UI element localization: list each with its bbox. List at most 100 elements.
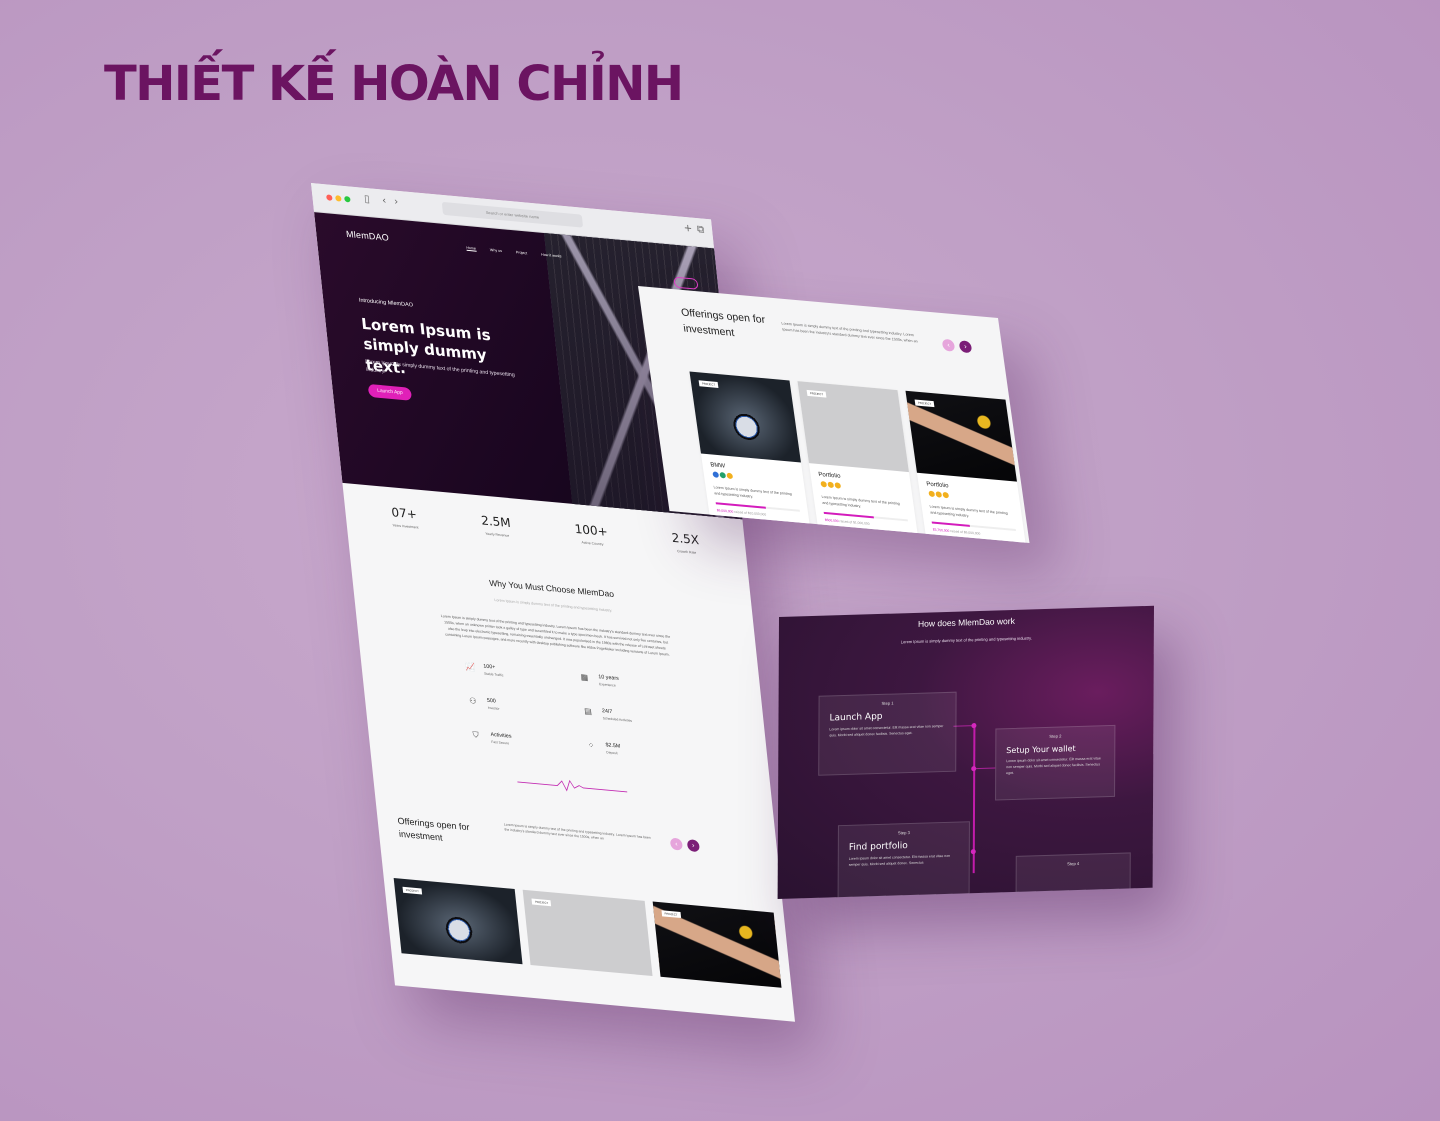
prev-arrow-icon[interactable]: ‹: [941, 338, 956, 352]
stat-label: Yearly Revenue: [485, 531, 510, 538]
placeholder-image: PROJECT: [797, 381, 909, 473]
project-tag: PROJECT: [914, 399, 935, 408]
coin-icon: [725, 471, 735, 481]
step-card[interactable]: Step 2 Setup Your wallet Lorem ipsum dol…: [995, 724, 1116, 801]
users-icon: ⚇: [468, 695, 477, 706]
coin-icon: [941, 490, 951, 500]
feature-item: ⁘ $2.5M Deposit: [587, 740, 663, 759]
step-number: Step 3: [897, 830, 910, 836]
project-tag: PROJECT: [402, 886, 423, 894]
feature-value: 100+: [483, 663, 496, 671]
new-tab-icon[interactable]: +: [683, 223, 693, 235]
feature-value: 500: [486, 697, 497, 705]
timeline-connector: [975, 767, 996, 770]
feature-value: Activities: [490, 731, 512, 740]
step-card[interactable]: Step 4: [1015, 852, 1131, 899]
offering-card[interactable]: PROJECT Portfolio Lorem Ipsum is simply …: [905, 390, 1030, 544]
offerings-desc: Lorem Ipsum is simply dummy text of the …: [781, 321, 919, 344]
step-body: Lorem ipsum dolor sit amet consectetur. …: [1006, 756, 1101, 776]
tabs-icon[interactable]: ⧉: [696, 224, 704, 236]
stat-label: Years Investment: [392, 523, 419, 530]
feature-value: $2.5M: [605, 741, 621, 750]
project-card[interactable]: PROJECT: [393, 877, 523, 964]
offerings-title: Offerings open for investment: [396, 815, 470, 843]
calendar-icon: ▤: [583, 706, 593, 716]
back-icon[interactable]: ‹: [382, 195, 387, 206]
step-card[interactable]: Step 3 Find portfolio Lorem ipsum dolor …: [837, 821, 970, 899]
next-arrow-icon[interactable]: ›: [958, 340, 973, 354]
why-body: Lorem Ipsum is simply dummy text of the …: [440, 614, 671, 658]
stat-item: 2.5X Growth Rate: [671, 531, 701, 556]
feature-label: Stable Traffic: [483, 671, 504, 677]
step-title: Find portfolio: [848, 841, 908, 853]
raised-goal: raised of $10,000,000: [733, 510, 767, 517]
stat-item: 07+ Years Investment: [390, 505, 419, 530]
feature-item: ⛉ Activities Fast Secure: [472, 730, 548, 749]
project-card[interactable]: PROJECT: [652, 901, 782, 988]
project-tag: PROJECT: [806, 389, 827, 398]
feature-item: ▤ 24/7 Scheduled Activities: [584, 706, 660, 725]
offering-body: Lorem Ipsum is simply dummy text of the …: [713, 485, 792, 499]
raised-amount: $3,750,000: [932, 527, 950, 534]
step-title: Setup Your wallet: [1006, 744, 1076, 756]
how-it-works-mockup: How does MlemDao work Lorem Ipsum is sim…: [777, 605, 1154, 899]
stat-value: 100+: [573, 521, 609, 539]
offerings-title: Offerings open for investment: [680, 306, 766, 339]
coins-icon: ⁘: [587, 740, 595, 750]
project-card[interactable]: PROJECT: [522, 889, 653, 976]
how-title: How does MlemDao work: [917, 615, 1015, 629]
stat-label: Growth Rate: [676, 549, 697, 555]
feature-value: 10 years: [598, 673, 620, 682]
close-dot-icon[interactable]: [326, 194, 333, 201]
step-number: Step 2: [1049, 733, 1062, 739]
feature-label: Scheduled Activities: [602, 715, 633, 723]
hands-money-image: PROJECT: [905, 390, 1017, 482]
progress-fill: [931, 521, 970, 528]
project-tag: PROJECT: [661, 909, 681, 918]
how-subtitle: Lorem Ipsum is simply dummy text of the …: [900, 635, 1032, 645]
forward-icon[interactable]: ›: [394, 196, 399, 207]
nav-project[interactable]: Project: [516, 250, 528, 256]
coin-icon: [833, 481, 843, 490]
building-icon: ▦: [580, 671, 589, 682]
logo[interactable]: MlemDAO: [346, 229, 390, 243]
minimize-dot-icon[interactable]: [335, 195, 342, 202]
offerings-mockup: Offerings open for investment Lorem Ipsu…: [638, 286, 1030, 544]
next-arrow-icon[interactable]: ›: [686, 838, 700, 852]
address-bar[interactable]: Search or enter website name: [441, 201, 584, 228]
stat-item: 2.5M Yearly Revenue: [480, 513, 512, 538]
stat-value: 2.5X: [670, 530, 700, 548]
pulse-divider: [517, 779, 628, 792]
offering-body: Lorem Ipsum is simply dummy text of the …: [821, 494, 900, 509]
launch-app-button[interactable]: Launch App: [367, 383, 413, 401]
hero-intro: Introducing MlemDAO: [358, 297, 414, 309]
prev-arrow-icon[interactable]: ‹: [669, 837, 683, 851]
feature-item: ▦ 10 years Experience: [580, 672, 656, 691]
step-body: Lorem ipsum dolor sit amet consectetur. …: [829, 724, 944, 738]
offerings-desc: Lorem Ipsum is simply dummy text of the …: [503, 821, 651, 841]
progress-fill: [823, 512, 875, 519]
stat-item: 100+ Active Country: [574, 522, 609, 547]
step-card[interactable]: Step 1 Launch App Lorem ipsum dolor sit …: [818, 691, 957, 776]
nav-why-us[interactable]: Why us: [490, 248, 503, 254]
raised-amount: $600,000: [824, 518, 839, 524]
nav-how-it-works[interactable]: How it works: [541, 253, 562, 260]
stat-value: 07+: [390, 505, 418, 522]
stat-label: Active Country: [581, 540, 604, 547]
sidebar-icon[interactable]: ▯: [364, 194, 371, 206]
feature-item: 📈 100+ Stable Traffic: [465, 661, 541, 680]
feature-item: ⚇ 500 Investor: [469, 696, 545, 715]
feature-label: Investor: [487, 705, 500, 711]
nav-home[interactable]: Home: [466, 245, 477, 252]
offering-card[interactable]: PROJECT Portfolio Lorem Ipsum is simply …: [797, 381, 922, 544]
step-number: Step 4: [1067, 860, 1080, 867]
feature-label: Experience: [598, 681, 616, 688]
maximize-dot-icon[interactable]: [344, 195, 351, 203]
chart-icon: 📈: [465, 661, 477, 672]
headline: THIẾT KẾ HOÀN CHỈNH: [104, 56, 684, 112]
offering-cards: PROJECT BMW Lorem Ipsum is simply dummy …: [689, 371, 1030, 544]
step-body: Lorem ipsum dolor sit amet consectetur. …: [848, 853, 951, 867]
project-tag: PROJECT: [531, 898, 552, 906]
offering-body: Lorem Ipsum is simply dummy text of the …: [929, 504, 1008, 519]
raised-goal: raised of $6,000,000: [949, 529, 981, 536]
